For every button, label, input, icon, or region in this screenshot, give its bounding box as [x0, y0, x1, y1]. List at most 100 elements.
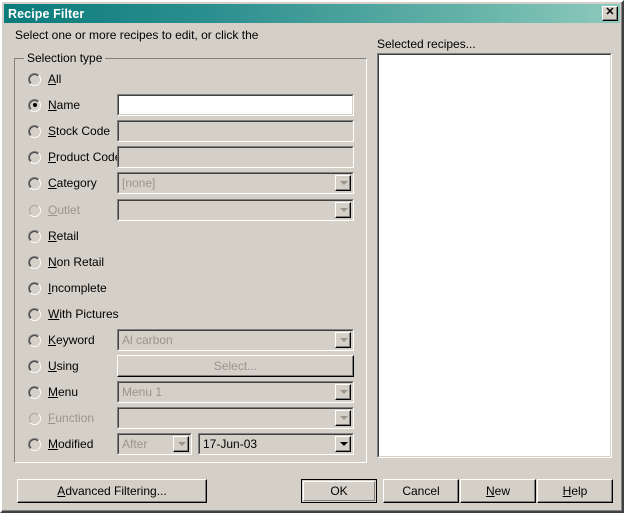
- advanced-filtering-button[interactable]: Advanced Filtering...: [17, 479, 207, 503]
- selected-recipes-listbox[interactable]: [377, 53, 612, 458]
- recipe-filter-dialog: Recipe Filter ✕ Select one or more recip…: [0, 0, 624, 513]
- radio-row-modified[interactable]: Modified: [28, 434, 93, 454]
- label-rest-incomplete: ncomplete: [51, 281, 107, 295]
- label-rest-category: ategory: [56, 176, 97, 190]
- label-rest-with-pictures: ith Pictures: [59, 307, 119, 321]
- label-rest-retail: etail: [56, 229, 79, 243]
- label-rest-non-retail: on Retail: [56, 255, 105, 269]
- help-button-rest: elp: [571, 484, 588, 498]
- radio-row-retail[interactable]: Retail: [28, 226, 79, 246]
- radio-label-function: Function: [48, 411, 94, 425]
- radio-row-with-pictures[interactable]: With Pictures: [28, 304, 119, 324]
- chevron-down-icon-outlet[interactable]: [335, 202, 351, 218]
- label-rest-modified: odified: [58, 437, 94, 451]
- combo-modified-date-value: 17-Jun-03: [203, 437, 258, 451]
- textbox-stock-code[interactable]: [117, 120, 354, 142]
- radio-keyword[interactable]: [28, 333, 41, 347]
- radio-using[interactable]: [28, 359, 41, 373]
- listbox-inner-border: [378, 54, 611, 457]
- radio-row-function[interactable]: Function: [28, 408, 94, 428]
- field-inner-border-name: [118, 95, 353, 115]
- chevron-down-icon-keyword[interactable]: [335, 332, 351, 348]
- radio-row-product-code[interactable]: Product Code: [28, 147, 121, 167]
- label-rest-keyword: eyword: [56, 333, 95, 347]
- radio-row-outlet[interactable]: Outlet: [28, 200, 80, 220]
- radio-name[interactable]: [28, 98, 41, 112]
- radio-category[interactable]: [28, 176, 41, 190]
- close-button[interactable]: ✕: [602, 6, 618, 21]
- label-rest-outlet: utlet: [57, 203, 81, 217]
- cancel-button[interactable]: Cancel: [383, 479, 459, 503]
- radio-modified[interactable]: [28, 437, 41, 451]
- radio-row-incomplete[interactable]: Incomplete: [28, 278, 107, 298]
- new-button-label: New: [486, 484, 510, 498]
- radio-label-outlet: Outlet: [48, 203, 80, 217]
- radio-row-all[interactable]: All: [28, 69, 61, 89]
- radio-menu[interactable]: [28, 385, 41, 399]
- accel-non-retail: N: [48, 255, 57, 269]
- chevron-down-icon-category[interactable]: [335, 175, 351, 191]
- combo-menu[interactable]: Menu 1: [117, 381, 354, 403]
- radio-outlet: [28, 203, 41, 217]
- field-inner-border-stock-code: [118, 121, 353, 141]
- radio-retail[interactable]: [28, 229, 41, 243]
- advanced-filtering-label: Advanced Filtering...: [57, 484, 166, 498]
- combo-function[interactable]: [117, 407, 354, 429]
- select-button-using[interactable]: Select...: [117, 355, 354, 377]
- chevron-down-icon-menu[interactable]: [335, 384, 351, 400]
- accel-using: U: [48, 359, 57, 373]
- radio-row-name[interactable]: Name: [28, 95, 80, 115]
- radio-label-modified: Modified: [48, 437, 93, 451]
- radio-with-pictures[interactable]: [28, 307, 41, 321]
- radio-label-non-retail: Non Retail: [48, 255, 104, 269]
- radio-label-name: Name: [48, 98, 80, 112]
- radio-product-code[interactable]: [28, 150, 41, 164]
- radio-non-retail[interactable]: [28, 255, 41, 269]
- field-value-keyword: Al carbon: [122, 333, 173, 347]
- radio-row-non-retail[interactable]: Non Retail: [28, 252, 104, 272]
- accel-stock-code: S: [48, 124, 57, 138]
- radio-incomplete[interactable]: [28, 281, 41, 295]
- radio-row-stock-code[interactable]: Stock Code: [28, 121, 110, 141]
- ok-button[interactable]: OK: [301, 479, 377, 503]
- radio-row-keyword[interactable]: Keyword: [28, 330, 95, 350]
- radio-label-keyword: Keyword: [48, 333, 95, 347]
- chevron-down-icon-function[interactable]: [335, 410, 351, 426]
- radio-label-product-code: Product Code: [48, 150, 121, 164]
- accel-with-pictures: W: [48, 307, 60, 321]
- help-button[interactable]: Help: [537, 479, 613, 503]
- select-button-label: Select...: [213, 359, 258, 373]
- combo-modified-date[interactable]: 17-Jun-03: [198, 433, 354, 455]
- instruction-text: Select one or more recipes to edit, or c…: [15, 28, 259, 42]
- field-inner-border-outlet: [118, 200, 353, 220]
- accel-product-code: P: [48, 150, 57, 164]
- radio-label-stock-code: Stock Code: [48, 124, 110, 138]
- chevron-down-icon-modified-operator[interactable]: [173, 436, 189, 452]
- label-rest-product-code: roduct Code: [56, 150, 122, 164]
- field-inner-border-function: [118, 408, 353, 428]
- accel-menu: M: [48, 385, 58, 399]
- label-rest-all: ll: [56, 72, 62, 86]
- combo-modified-operator[interactable]: After: [117, 433, 192, 455]
- chevron-down-icon-modified-date[interactable]: [335, 436, 351, 452]
- radio-stock-code[interactable]: [28, 124, 41, 138]
- radio-row-using[interactable]: Using: [28, 356, 79, 376]
- radio-row-category[interactable]: Category: [28, 173, 97, 193]
- combo-outlet[interactable]: [117, 199, 354, 221]
- combo-keyword[interactable]: Al carbon: [117, 329, 354, 351]
- combo-category[interactable]: [none]: [117, 172, 354, 194]
- accel-name: N: [48, 98, 57, 112]
- textbox-product-code[interactable]: [117, 146, 354, 168]
- textbox-name[interactable]: [117, 94, 354, 116]
- new-button[interactable]: New: [460, 479, 536, 503]
- radio-row-menu[interactable]: Menu: [28, 382, 78, 402]
- combo-modified-operator-value: After: [122, 437, 148, 451]
- radio-label-all: All: [48, 72, 61, 86]
- advanced-filtering-rest: dvanced Filtering...: [65, 484, 167, 498]
- radio-all[interactable]: [28, 72, 41, 86]
- close-icon: ✕: [605, 6, 615, 18]
- accel-all: A: [48, 72, 57, 86]
- new-button-accel: N: [485, 484, 495, 498]
- accel-keyword: K: [48, 333, 57, 347]
- accel-retail: R: [48, 229, 57, 243]
